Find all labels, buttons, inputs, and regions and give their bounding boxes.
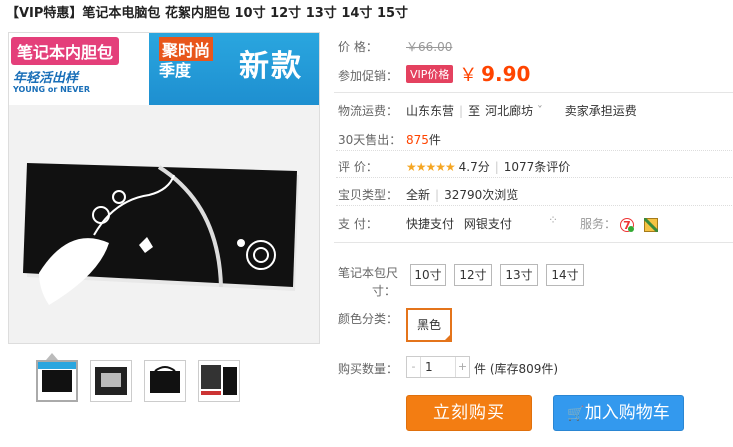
item-condition: 全新 — [406, 188, 431, 202]
sales-info: 875件 — [406, 131, 441, 148]
promo-banner: 笔记本内胆包 年轻活出样 YOUNG or NEVER 聚时尚 季度 新款 — [9, 33, 319, 105]
ship-from: 山东东营 — [406, 104, 455, 118]
buy-now-button[interactable]: 立刻购买 — [406, 395, 532, 431]
divider — [336, 205, 732, 206]
thumbnail-4-image — [201, 365, 237, 395]
divider — [336, 177, 732, 178]
guarantee-icon[interactable] — [643, 217, 658, 232]
rating-info: ★★★★★ 4.7分 | 1077条评价 — [406, 160, 571, 174]
sales-count: 875 — [406, 133, 429, 147]
size-option-10[interactable]: 10寸 — [410, 264, 446, 286]
currency-symbol: ￥ — [459, 65, 478, 86]
chevron-down-icon: ˇ — [536, 104, 543, 118]
payment-info: 快捷支付 网银支付 — [406, 215, 512, 232]
payment-method-quick: 快捷支付 — [406, 217, 455, 231]
shipping-label: 物流运费： — [338, 104, 399, 118]
banner-category-tag: 笔记本内胆包 — [11, 37, 120, 65]
size-option-13[interactable]: 13寸 — [500, 264, 538, 286]
payment-label: 支 付： — [338, 217, 378, 231]
banner-slogan: 年轻活出样 — [13, 71, 79, 86]
main-product-image[interactable]: 笔记本内胆包 年轻活出样 YOUNG or NEVER 聚时尚 季度 新款 — [8, 32, 320, 344]
size-label-line1: 笔记本包尺 — [338, 266, 399, 280]
quantity-input[interactable]: 1 — [425, 357, 433, 377]
color-option-black[interactable]: 黑色 — [406, 308, 452, 342]
size-label-line2: 寸： — [372, 284, 397, 298]
promo-price-group: VIP价格 ￥ 9.90 — [406, 61, 530, 87]
add-to-cart-label: 加入购物车 — [584, 403, 670, 423]
payment-method-bank: 网银支付 — [463, 217, 512, 231]
quantity-increase-button[interactable]: + — [455, 357, 469, 377]
product-title: 【VIP特惠】笔记本电脑包 花絮内胆包 10寸 12寸 13寸 14寸 15寸 — [6, 6, 409, 21]
shipping-note: 卖家承担运费 — [564, 104, 637, 118]
stock-info: 件 (库存809件) — [474, 362, 559, 376]
add-to-cart-button[interactable]: 🛒加入购物车 — [553, 395, 684, 431]
color-label: 颜色分类： — [338, 312, 399, 326]
thumbnail-2[interactable] — [90, 360, 132, 402]
size-option-12[interactable]: 12寸 — [454, 264, 492, 286]
thumbnail-1[interactable] — [36, 360, 78, 402]
service-label: 服务： — [580, 217, 617, 231]
ship-to: 河北廊坊 — [485, 104, 534, 118]
thumbnail-3[interactable] — [144, 360, 186, 402]
sales-unit: 件 — [428, 133, 441, 147]
laptop-sleeve-illustration — [23, 163, 299, 305]
promo-price: 9.90 — [481, 62, 531, 86]
banner-promo-big: 新款 — [239, 49, 303, 84]
banner-promo-small-2: 季度 — [159, 61, 192, 80]
seven-day-return-icon[interactable]: 7 — [619, 217, 634, 232]
scroll-marker-icon: ⁘ — [548, 213, 559, 227]
shipping-info: 山东东营 | 至河北廊坊 ˇ 卖家承担运费 — [406, 104, 637, 118]
quantity-stepper: - 1 + — [406, 356, 470, 378]
promo-label: 参加促销： — [338, 69, 399, 83]
rating-score: 4.7分 — [458, 160, 490, 174]
quantity-label: 购买数量： — [338, 362, 399, 376]
thumbnail-3-image — [150, 366, 180, 393]
divider — [334, 92, 733, 93]
rating-label: 评 价： — [338, 160, 378, 174]
color-option-label: 黑色 — [416, 318, 441, 332]
sales-label: 30天售出： — [338, 133, 402, 147]
cart-icon: 🛒 — [567, 406, 585, 422]
divider — [334, 242, 733, 243]
star-rating-icon: ★★★★★ — [406, 160, 456, 174]
review-count-link[interactable]: 1077条评价 — [504, 160, 571, 174]
ship-to-select[interactable]: 河北廊坊 ˇ — [485, 104, 543, 118]
type-label: 宝贝类型： — [338, 188, 399, 202]
type-info: 全新 | 32790次浏览 — [406, 188, 519, 202]
banner-slogan-en: YOUNG or NEVER — [13, 85, 91, 94]
view-count: 32790次浏览 — [444, 188, 519, 202]
thumbnail-4[interactable] — [198, 360, 240, 402]
quantity-decrease-button[interactable]: - — [407, 357, 421, 377]
divider — [336, 150, 732, 151]
thumbnail-2-image — [95, 367, 127, 395]
thumbnail-pointer-icon — [46, 353, 58, 360]
size-option-14[interactable]: 14寸 — [546, 264, 584, 286]
service-info: 服务： 7 — [580, 215, 658, 232]
selected-check-icon — [443, 333, 452, 342]
thumbnail-1-image — [38, 362, 76, 392]
price-label: 价 格： — [338, 40, 378, 54]
original-price: ￥66.00 — [406, 40, 453, 54]
vip-price-badge: VIP价格 — [406, 65, 454, 83]
